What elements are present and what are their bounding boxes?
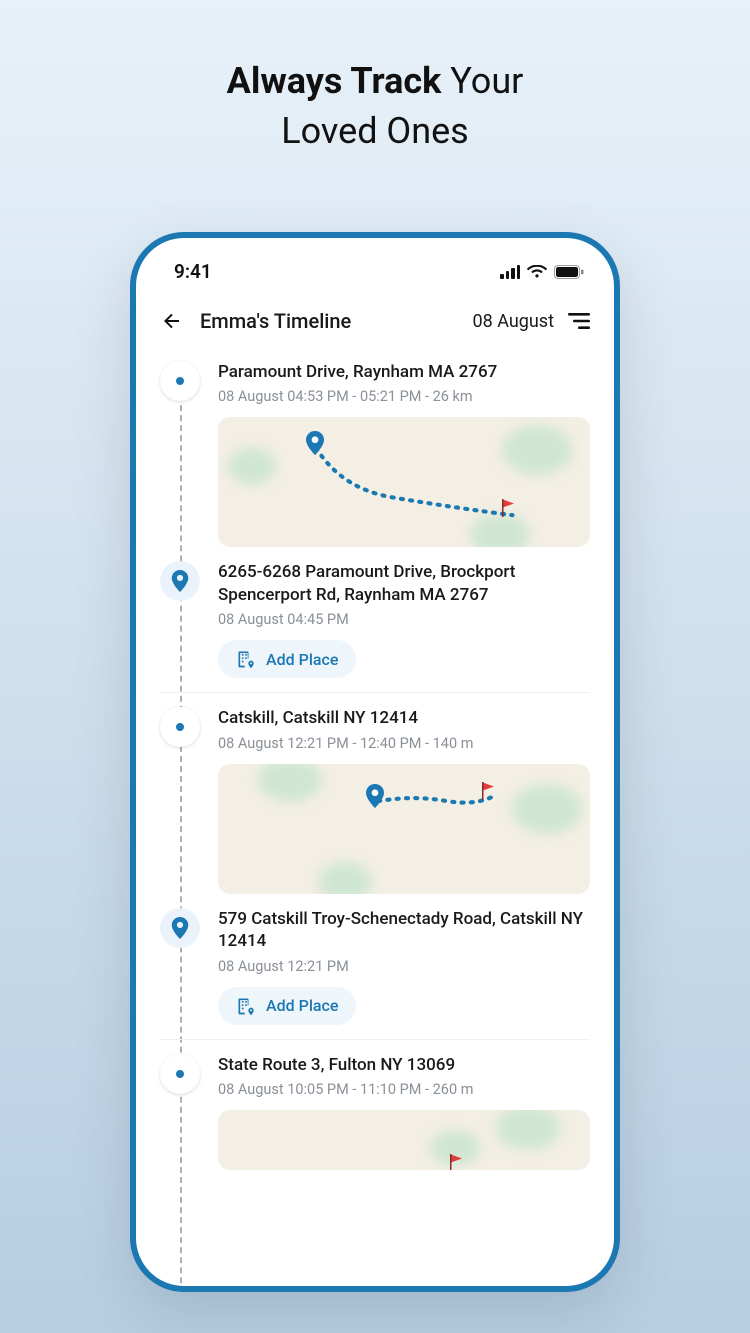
timeline-node-pin (160, 908, 200, 948)
map-flag-icon (480, 782, 496, 800)
timeline-entry: Catskill, Catskill NY 12414 08 August 12… (160, 707, 590, 907)
building-pin-icon (236, 649, 256, 669)
map-pin-icon (306, 431, 324, 455)
back-icon[interactable] (160, 309, 184, 333)
timeline-node-pin (160, 561, 200, 601)
app-header: Emma's Timeline 08 August (136, 289, 614, 351)
timeline-entry: State Route 3, Fulton NY 13069 08 August… (160, 1054, 590, 1184)
pin-icon (171, 570, 189, 592)
entry-subtitle: 08 August 12:21 PM (218, 958, 590, 975)
battery-icon (554, 265, 584, 279)
status-bar: 9:41 (136, 238, 614, 289)
entry-title: Catskill, Catskill NY 12414 (218, 707, 590, 729)
page-title: Emma's Timeline (200, 309, 351, 333)
entry-subtitle: 08 August 10:05 PM - 11:10 PM - 260 m (218, 1081, 590, 1098)
timeline[interactable]: Paramount Drive, Raynham MA 2767 08 Augu… (136, 351, 614, 1184)
status-time: 9:41 (174, 260, 212, 283)
cellular-icon (500, 265, 520, 279)
entry-subtitle: 08 August 04:45 PM (218, 611, 590, 628)
filter-icon[interactable] (568, 312, 590, 330)
timeline-node-dot (160, 1054, 200, 1094)
hero-rest2: Loved Ones (281, 110, 469, 152)
pin-icon (171, 917, 189, 939)
entry-title: 6265-6268 Paramount Drive, Brockport Spe… (218, 561, 590, 606)
building-pin-icon (236, 996, 256, 1016)
timeline-node-dot (160, 707, 200, 747)
add-place-button[interactable]: Add Place (218, 987, 356, 1025)
hero-heading: Always Track Your Loved Ones (0, 0, 750, 157)
add-place-label: Add Place (266, 650, 338, 669)
date-label[interactable]: 08 August (473, 311, 554, 332)
wifi-icon (527, 265, 547, 279)
map-thumbnail[interactable] (218, 417, 590, 547)
hero-bold: Always Track (227, 60, 442, 102)
entry-title: Paramount Drive, Raynham MA 2767 (218, 361, 590, 383)
add-place-label: Add Place (266, 996, 338, 1015)
map-thumbnail[interactable] (218, 1110, 590, 1170)
map-route-path (218, 417, 590, 547)
map-pin-icon (366, 784, 384, 808)
timeline-entry: Paramount Drive, Raynham MA 2767 08 Augu… (160, 361, 590, 561)
add-place-button[interactable]: Add Place (218, 640, 356, 678)
phone-frame: 9:41 Emma's Timeline 08 August (130, 232, 620, 1292)
entry-subtitle: 08 August 04:53 PM - 05:21 PM - 26 km (218, 388, 590, 405)
entry-title: 579 Catskill Troy-Schenectady Road, Cats… (218, 908, 590, 953)
map-flag-icon (448, 1154, 464, 1170)
entry-title: State Route 3, Fulton NY 13069 (218, 1054, 590, 1076)
map-thumbnail[interactable] (218, 764, 590, 894)
timeline-entry: 579 Catskill Troy-Schenectady Road, Cats… (160, 908, 590, 1040)
entry-subtitle: 08 August 12:21 PM - 12:40 PM - 140 m (218, 735, 590, 752)
map-flag-icon (500, 499, 516, 517)
map-route-path (218, 764, 590, 894)
hero-rest1: Your (441, 60, 523, 102)
timeline-entry: 6265-6268 Paramount Drive, Brockport Spe… (160, 561, 590, 693)
timeline-node-dot (160, 361, 200, 401)
